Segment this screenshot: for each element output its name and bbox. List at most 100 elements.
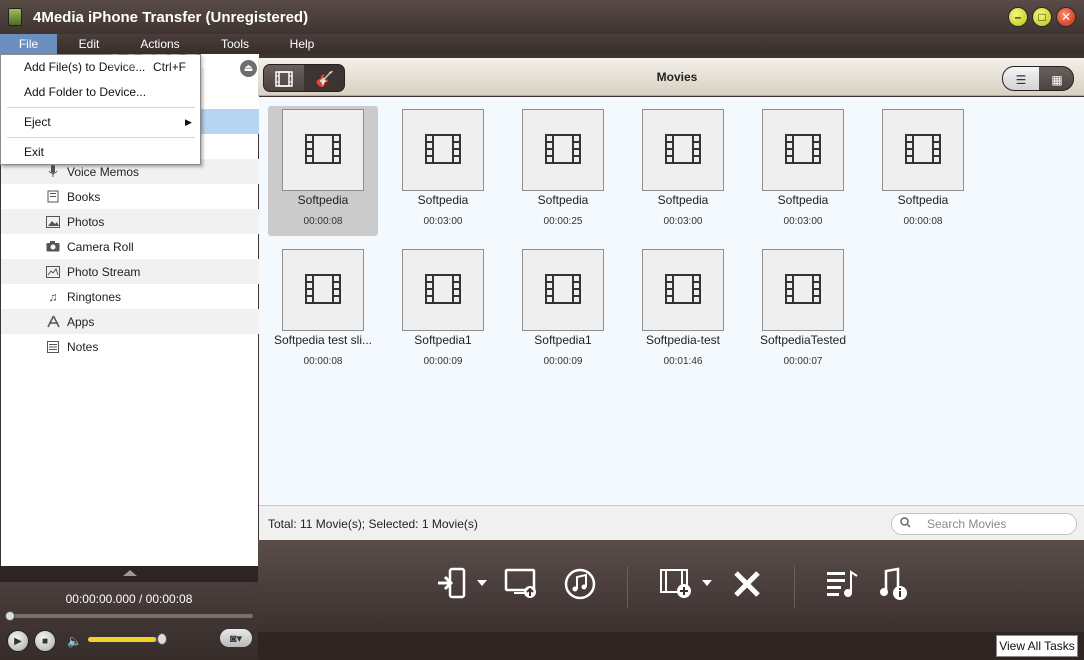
grid-view-button[interactable]: ▦: [1039, 67, 1073, 90]
menu-file[interactable]: File: [0, 34, 57, 54]
add-video-button[interactable]: [658, 566, 694, 602]
itunes-icon: [564, 568, 596, 600]
movie-name: Softpedia1: [414, 333, 472, 347]
media-player: 00:00:00.000 / 00:00:08 ▶ ■ 🔈 ◙▾: [0, 566, 258, 660]
movie-thumbnail[interactable]: [522, 249, 604, 331]
movie-tile[interactable]: Softpedia 00:03:00: [748, 106, 858, 236]
movie-duration: 00:00:07: [783, 356, 823, 367]
search-input[interactable]: Search Movies: [891, 513, 1077, 535]
sidebar-item-label: Notes: [67, 339, 99, 354]
film-icon: [425, 273, 461, 307]
menu-help[interactable]: Help: [280, 34, 324, 54]
volume-slider[interactable]: [88, 637, 163, 642]
volume-fill: [88, 637, 156, 642]
sidebar-item-photos[interactable]: Photos: [1, 209, 259, 234]
movie-thumbnail[interactable]: [762, 109, 844, 191]
delete-button[interactable]: [729, 566, 765, 602]
movie-thumbnail[interactable]: [882, 109, 964, 191]
movie-thumbnail[interactable]: [402, 109, 484, 191]
eject-icon[interactable]: ⏏: [240, 60, 257, 77]
movie-tile[interactable]: Softpedia test sli... 00:00:08: [268, 246, 378, 376]
watermark-logo: SOFTPEDIA: [108, 51, 241, 73]
movie-tile[interactable]: Softpedia 00:00:08: [868, 106, 978, 236]
movie-thumbnail[interactable]: [522, 109, 604, 191]
add-dropdown-caret-icon[interactable]: [477, 580, 487, 586]
movie-thumbnail[interactable]: [282, 109, 364, 191]
movie-duration: 00:03:00: [783, 216, 823, 227]
apps-icon: [46, 315, 60, 329]
movie-thumbnail[interactable]: [762, 249, 844, 331]
sidebar-item-notes[interactable]: Notes: [1, 334, 259, 359]
app-icon: [8, 8, 22, 26]
film-icon: [785, 273, 821, 307]
movie-duration: 00:00:09: [543, 356, 583, 367]
menu-item-eject[interactable]: Eject ▶: [1, 110, 200, 135]
bottom-bar: View All Tasks: [258, 632, 1084, 660]
player-collapse-bar[interactable]: [0, 566, 258, 582]
player-progress-track[interactable]: [8, 614, 253, 618]
movie-tile[interactable]: Softpedia-test 00:01:46: [628, 246, 738, 376]
layout-toggle: ☰ ▦: [1002, 66, 1074, 91]
book-icon: [46, 190, 60, 204]
ringtone-icon: ♫: [48, 289, 58, 304]
movie-tile[interactable]: Softpedia1 00:00:09: [508, 246, 618, 376]
movie-tile[interactable]: Softpedia 00:03:00: [628, 106, 738, 236]
transfer-to-pc-button[interactable]: [503, 566, 539, 602]
list-view-button[interactable]: ☰: [1003, 67, 1039, 90]
sidebar-item-books[interactable]: Books: [1, 184, 259, 209]
add-to-device-button[interactable]: [434, 566, 470, 602]
movie-name: Softpedia: [657, 193, 709, 207]
menu-item-exit[interactable]: Exit: [1, 140, 200, 165]
transfer-to-itunes-button[interactable]: [562, 566, 598, 602]
play-button[interactable]: ▶: [7, 630, 29, 652]
film-icon: [425, 133, 461, 167]
movie-duration: 00:00:09: [423, 356, 463, 367]
sidebar-item-ringtones[interactable]: ♫ Ringtones: [1, 284, 259, 309]
movie-thumbnail[interactable]: [642, 249, 724, 331]
volume-handle[interactable]: [157, 633, 167, 645]
movie-thumbnail[interactable]: [642, 109, 724, 191]
sidebar-item-apps[interactable]: Apps: [1, 309, 259, 334]
movie-duration: 00:03:00: [663, 216, 703, 227]
page-title: Movies: [656, 70, 698, 84]
window-title: 4Media iPhone Transfer (Unregistered): [33, 9, 309, 26]
movie-name: SoftpediaTested: [759, 333, 847, 347]
create-playlist-button[interactable]: [824, 566, 860, 602]
film-icon: [545, 273, 581, 307]
search-icon: [900, 517, 911, 531]
snapshot-button[interactable]: ◙▾: [219, 628, 253, 648]
pc-export-icon: [504, 568, 536, 598]
film-icon: [545, 133, 581, 167]
movie-tile[interactable]: Softpedia 00:03:00: [388, 106, 498, 236]
properties-button[interactable]: [876, 566, 912, 602]
close-button[interactable]: ✕: [1056, 7, 1076, 27]
menu-item-label: Add Folder to Device...: [24, 85, 147, 99]
menu-edit[interactable]: Edit: [66, 34, 112, 54]
view-all-tasks-button[interactable]: View All Tasks: [996, 635, 1078, 657]
movie-name: Softpedia: [417, 193, 469, 207]
maximize-button[interactable]: □: [1032, 7, 1052, 27]
film-icon: [305, 133, 341, 167]
menu-separator: [7, 137, 195, 138]
movie-tile[interactable]: Softpedia 00:00:25: [508, 106, 618, 236]
movie-name: Softpedia: [777, 193, 829, 207]
movie-duration: 00:00:08: [303, 356, 343, 367]
movie-tile[interactable]: SoftpediaTested 00:00:07: [748, 246, 858, 376]
movie-thumbnail[interactable]: [282, 249, 364, 331]
stop-button[interactable]: ■: [34, 630, 56, 652]
sidebar-item-label: Apps: [67, 314, 95, 329]
player-progress-handle[interactable]: [5, 611, 15, 621]
minimize-button[interactable]: –: [1008, 7, 1028, 27]
sidebar-item-camera-roll[interactable]: Camera Roll: [1, 234, 259, 259]
title-bar: 4Media iPhone Transfer (Unregistered) – …: [0, 0, 1084, 34]
menu-item-add-folder[interactable]: Add Folder to Device...: [1, 80, 200, 105]
sidebar-item-photo-stream[interactable]: Photo Stream: [1, 259, 259, 284]
movie-thumbnail[interactable]: [402, 249, 484, 331]
toolbar-separator: [794, 566, 795, 608]
movie-tile[interactable]: Softpedia 00:00:08: [268, 106, 378, 236]
sidebar-item-label: Camera Roll: [67, 239, 134, 254]
menu-separator: [7, 107, 195, 108]
add-video-dropdown-caret-icon[interactable]: [702, 580, 712, 586]
movie-tile[interactable]: Softpedia1 00:00:09: [388, 246, 498, 376]
submenu-arrow-icon: ▶: [185, 117, 192, 127]
